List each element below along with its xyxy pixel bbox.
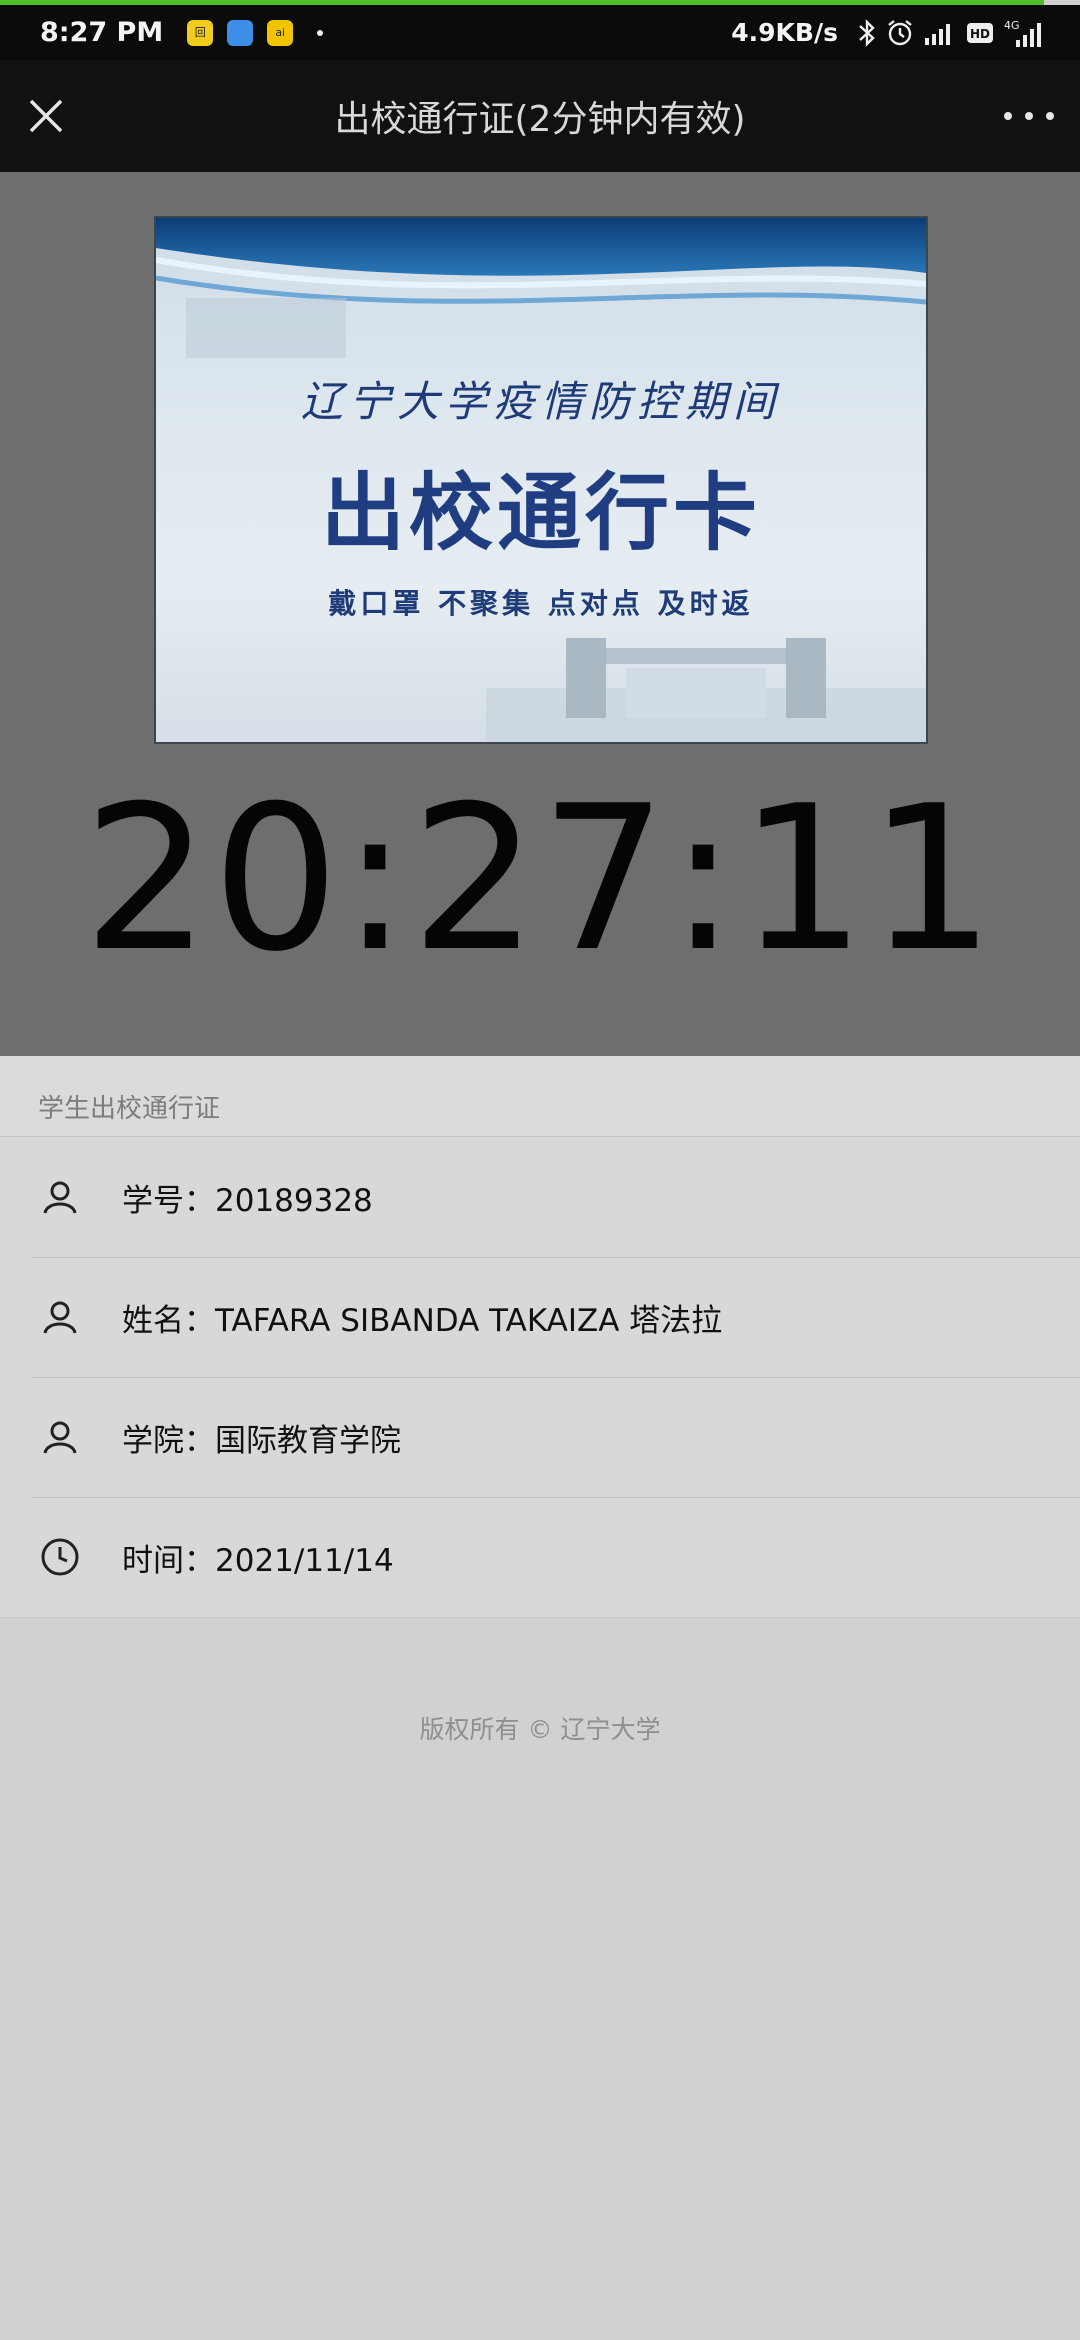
student-id-text: 学号：20189328 xyxy=(122,1182,373,1219)
person-icon xyxy=(40,1177,80,1217)
list-item-date: 时间：2021/11/14 xyxy=(0,1497,1080,1617)
more-dot-icon xyxy=(1046,112,1054,120)
pass-info-list: 学号：20189328 姓名：TAFARA SIBANDA TAKAIZA 塔法… xyxy=(0,1136,1080,1618)
banner-subtitle: 辽宁大学疫情防控期间 xyxy=(300,377,781,426)
4g-signal-icon: 4G xyxy=(1004,18,1044,48)
banner-wave-graphic xyxy=(156,218,926,358)
copyright-footer: 版权所有 © 辽宁大学 xyxy=(419,1715,661,1744)
campus-gate-graphic xyxy=(486,638,926,742)
notification-app-icon: ai xyxy=(267,19,294,46)
pass-hero: 辽宁大学疫情防控期间 出校通行卡 戴口罩 不聚集 点对点 及时返 20:27:1… xyxy=(0,172,1080,1056)
pass-banner-image: 辽宁大学疫情防控期间 出校通行卡 戴口罩 不聚集 点对点 及时返 xyxy=(156,218,926,742)
more-dot-icon xyxy=(1025,112,1033,120)
student-name-text: 姓名：TAFARA SIBANDA TAKAIZA 塔法拉 xyxy=(122,1302,723,1339)
college-text: 学院：国际教育学院 xyxy=(122,1422,401,1459)
alarm-icon xyxy=(886,19,914,47)
nav-bar: 出校通行证(2分钟内有效) xyxy=(0,60,1080,172)
list-item-college: 学院：国际教育学院 xyxy=(0,1377,1080,1497)
page-title: 出校通行证(2分钟内有效) xyxy=(334,99,746,140)
notification-app-icon xyxy=(227,19,254,46)
status-time: 8:27 PM xyxy=(40,17,164,48)
close-icon xyxy=(29,99,63,133)
svg-text:4G: 4G xyxy=(1004,19,1020,32)
banner-title: 出校通行卡 xyxy=(320,464,761,562)
signal-icon xyxy=(924,20,956,46)
network-speed: 4.9KB/s xyxy=(731,18,838,47)
hd-icon: HD xyxy=(966,21,994,45)
person-icon xyxy=(40,1417,80,1457)
notification-app-icon: 回 xyxy=(187,19,214,46)
list-item-student-id: 学号：20189328 xyxy=(0,1137,1080,1257)
clock-icon xyxy=(40,1537,80,1577)
status-bar: 8:27 PM 回 ai 4.9KB/s HD 4G xyxy=(0,5,1080,60)
bluetooth-icon xyxy=(858,18,876,47)
date-text: 时间：2021/11/14 xyxy=(122,1542,394,1579)
svg-text:HD: HD xyxy=(970,27,990,41)
live-clock: 20:27:11 xyxy=(82,763,998,996)
section-header: 学生出校通行证 xyxy=(0,1056,1080,1136)
more-options-button[interactable] xyxy=(1004,96,1054,136)
close-button[interactable] xyxy=(26,96,66,136)
more-dot-icon xyxy=(1004,112,1012,120)
person-icon xyxy=(40,1297,80,1337)
more-notifications-dot xyxy=(317,29,324,36)
list-item-name: 姓名：TAFARA SIBANDA TAKAIZA 塔法拉 xyxy=(0,1257,1080,1377)
banner-slogan: 戴口罩 不聚集 点对点 及时返 xyxy=(328,587,754,620)
